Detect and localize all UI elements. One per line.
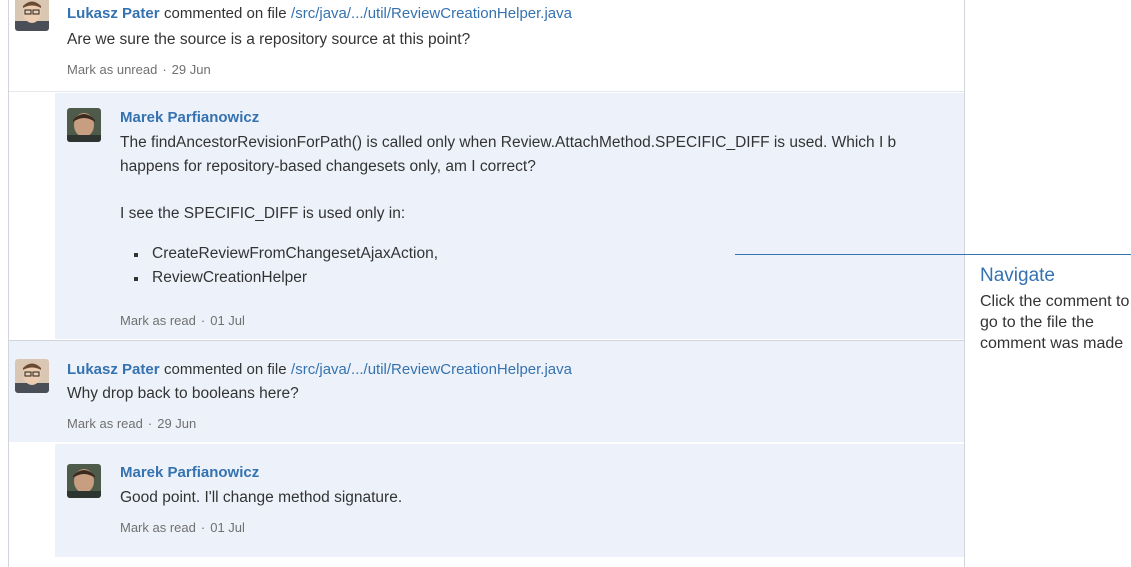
comment-item-1[interactable]: Lukasz Pater commented on file /src/java… [9, 0, 964, 92]
footer-separator: · [200, 313, 206, 328]
author-name[interactable]: Lukasz Pater [67, 5, 160, 22]
comment-header: Lukasz Pater commented on file /src/java… [67, 5, 572, 23]
reply-text-line-3: I see the SPECIFIC_DIFF is used only in: [120, 205, 406, 222]
comment-footer: Mark as read · 29 Jun [67, 416, 196, 431]
avatar-marek [67, 108, 101, 142]
mark-unread-link[interactable]: Mark as unread [67, 62, 157, 77]
footer-separator: · [162, 62, 167, 77]
comment-action: commented on file [164, 361, 287, 378]
comment-date: 29 Jun [171, 62, 211, 77]
mark-read-link[interactable]: Mark as read [120, 520, 196, 535]
file-link[interactable]: /src/java/.../util/ReviewCreationHelper.… [291, 361, 572, 378]
reply-date: 01 Jul [210, 520, 245, 535]
avatar-marek [67, 464, 101, 498]
screenshot-stage: Lukasz Pater commented on file /src/java… [0, 0, 1131, 567]
comment-thread-panel: Lukasz Pater commented on file /src/java… [8, 0, 965, 567]
reply-text-line-1: The findAncestorRevisionForPath() is cal… [120, 134, 897, 151]
comment-text: Why drop back to booleans here? [67, 385, 299, 402]
reply-footer: Mark as read · 01 Jul [120, 520, 245, 535]
avatar-lukasz [15, 0, 49, 31]
reply-item-2[interactable]: Marek Parfianowicz Good point. I'll chan… [55, 443, 964, 557]
comment-item-2[interactable]: Lukasz Pater commented on file /src/java… [9, 340, 964, 442]
bullet-item: CreateReviewFromChangesetAjaxAction, [130, 242, 438, 266]
footer-separator: · [147, 416, 153, 431]
author-name[interactable]: Marek Parfianowicz [120, 464, 259, 481]
reply-date: 01 Jul [210, 313, 245, 328]
avatar-lukasz [15, 359, 49, 393]
mark-read-link[interactable]: Mark as read [67, 416, 143, 431]
reply-bullet-list: CreateReviewFromChangesetAjaxAction, Rev… [130, 242, 438, 290]
author-name[interactable]: Marek Parfianowicz [120, 109, 259, 126]
bullet-item: ReviewCreationHelper [130, 266, 438, 290]
comment-footer: Mark as unread · 29 Jun [67, 62, 211, 77]
comment-text: Are we sure the source is a repository s… [67, 31, 471, 48]
file-link[interactable]: /src/java/.../util/ReviewCreationHelper.… [291, 5, 572, 22]
reply-text-line-2: happens for repository-based changesets … [120, 158, 536, 175]
callout-pointer-line [735, 254, 1131, 255]
callout-text: Click the comment to go to the file the … [980, 293, 1130, 352]
reply-text: Good point. I'll change method signature… [120, 489, 403, 506]
mark-read-link[interactable]: Mark as read [120, 313, 196, 328]
reply-footer: Mark as read · 01 Jul [120, 313, 245, 328]
callout-title: Navigate [980, 265, 1055, 286]
comment-date: 29 Jun [157, 416, 197, 431]
reply-item-1[interactable]: Marek Parfianowicz The findAncestorRevis… [55, 93, 964, 339]
author-name[interactable]: Lukasz Pater [67, 361, 160, 378]
comment-header: Lukasz Pater commented on file /src/java… [67, 361, 572, 379]
footer-separator: · [200, 520, 206, 535]
comment-action: commented on file [164, 5, 287, 22]
